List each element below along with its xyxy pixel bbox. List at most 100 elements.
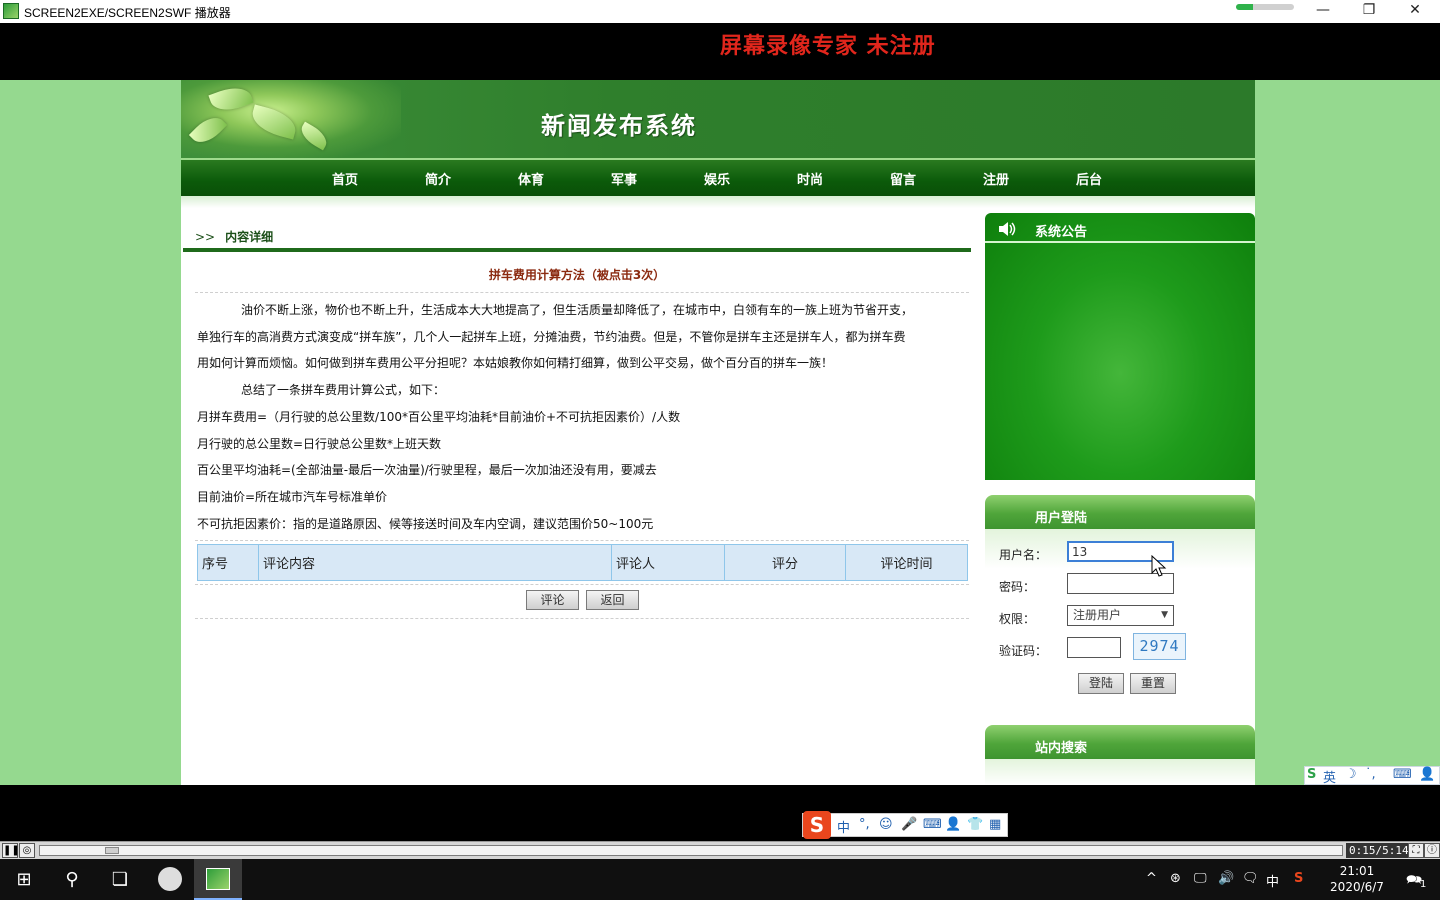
reset-button[interactable]: 重置 bbox=[1130, 673, 1176, 694]
punctuation-icon[interactable]: ˙, bbox=[1365, 767, 1376, 782]
ime-mini-toolbar[interactable]: S 英 ☽ ˙, ⌨ 👤 bbox=[1304, 766, 1440, 785]
nav-register[interactable]: 注册 bbox=[966, 169, 1026, 188]
sogou-logo-icon[interactable]: S bbox=[803, 811, 831, 839]
article-paragraph: 油价不断上涨，物价也不断上升，生活成本大大地提高了，但生活质量却降低了，在城市中… bbox=[241, 303, 914, 317]
clock-time: 21:01 bbox=[1339, 864, 1375, 878]
toolbox-icon[interactable]: ▦ bbox=[989, 817, 1001, 832]
column-header-author: 评论人 bbox=[611, 544, 725, 581]
keyboard-icon[interactable]: ⌨ bbox=[1393, 767, 1412, 782]
nav-admin[interactable]: 后台 bbox=[1059, 169, 1119, 188]
user-icon[interactable]: 👤 bbox=[945, 817, 961, 832]
speaker-icon bbox=[999, 222, 1016, 236]
nav-sports[interactable]: 体育 bbox=[501, 169, 561, 188]
sogou-logo-icon: S bbox=[1307, 767, 1317, 782]
system-clock[interactable]: 21:01 2020/6/7 bbox=[1318, 863, 1396, 895]
nav-entertainment[interactable]: 娱乐 bbox=[687, 169, 747, 188]
ime-toolbar[interactable]: S 中 °, ☺ 🎤 ⌨ 👤 👕 ▦ bbox=[802, 811, 1008, 839]
dashed-divider bbox=[195, 540, 969, 541]
nav-guestbook[interactable]: 留言 bbox=[873, 169, 933, 188]
app-icon bbox=[3, 3, 19, 19]
nav-military[interactable]: 军事 bbox=[594, 169, 654, 188]
nav-intro[interactable]: 简介 bbox=[408, 169, 468, 188]
content-panel: >> 内容详细 拼车费用计算方法（被点击3次） 油价不断上涨，物价也不断上升，生活… bbox=[181, 210, 973, 785]
login-button[interactable]: 登陆 bbox=[1078, 673, 1124, 694]
player-top-band: 屏幕录像专家 未注册 bbox=[0, 23, 1440, 80]
breadcrumb-label: 内容详细 bbox=[225, 230, 274, 244]
stop-button[interactable]: ◎ bbox=[19, 843, 35, 858]
microphone-icon[interactable]: 🎤 bbox=[901, 817, 917, 832]
seek-thumb[interactable] bbox=[104, 847, 119, 854]
app-round-icon bbox=[158, 867, 182, 891]
dashed-divider bbox=[195, 584, 969, 585]
main-nav: 首页 简介 体育 军事 娱乐 时尚 留言 注册 后台 bbox=[181, 158, 1255, 196]
captcha-image[interactable]: 2974 bbox=[1133, 633, 1186, 660]
close-button[interactable]: ✕ bbox=[1392, 0, 1438, 22]
info-button[interactable]: ⓘ bbox=[1424, 843, 1440, 858]
window-titlebar: SCREEN2EXE/SCREEN2SWF 播放器 — ❐ ✕ bbox=[0, 0, 1440, 23]
load-progress-indicator bbox=[1236, 4, 1294, 10]
column-header-score: 评分 bbox=[724, 544, 846, 581]
article-paragraph: 单独行车的高消费方式演变成“拼车族”，几个人一起拼车上班，分摊油费，节约油费。但… bbox=[197, 329, 906, 344]
ime-lang-toggle[interactable]: 英 bbox=[1323, 767, 1336, 785]
chinese-mode-icon[interactable]: 中 bbox=[837, 817, 850, 836]
skin-icon[interactable]: 👕 bbox=[967, 817, 983, 832]
volume-icon[interactable]: 🔊 bbox=[1218, 871, 1234, 886]
login-title: 用户登陆 bbox=[985, 495, 1255, 529]
pause-button[interactable]: ❚❚ bbox=[2, 843, 20, 858]
comment-button[interactable]: 评论 bbox=[526, 590, 579, 610]
app-taskbar-button[interactable] bbox=[146, 859, 194, 900]
nav-shadow bbox=[181, 196, 1255, 208]
sogou-tray-icon[interactable]: S bbox=[1294, 871, 1303, 886]
message-icon[interactable]: 🗨 bbox=[1242, 871, 1259, 886]
taskbar: ⊞ ⚲ ❏ ^ ⊛ 🖵 🔊 🗨 中 S 21:01 2020/6/7 🗪 1 bbox=[0, 859, 1440, 900]
start-button[interactable]: ⊞ bbox=[0, 859, 48, 900]
moon-icon[interactable]: ☽ bbox=[1345, 767, 1357, 782]
username-label: 用户名： bbox=[999, 548, 1048, 562]
article-paragraph: 用如何计算而烦恼。如何做到拼车费用公平分担呢？本姑娘教你如何精打细算，做到公平交… bbox=[197, 356, 834, 371]
double-chevron-icon: >> bbox=[195, 230, 216, 244]
task-view-icon[interactable]: ❏ bbox=[96, 859, 144, 900]
article-paragraph: 总结了一条拼车费用计算公式，如下： bbox=[241, 383, 446, 398]
search-panel bbox=[985, 759, 1255, 785]
article-title: 拼车费用计算方法（被点击3次） bbox=[488, 268, 666, 282]
punctuation-icon[interactable]: °, bbox=[859, 817, 870, 832]
nav-home[interactable]: 首页 bbox=[315, 169, 375, 188]
emoji-icon[interactable]: ☺ bbox=[879, 817, 893, 832]
user-icon[interactable]: 👤 bbox=[1419, 767, 1435, 782]
column-header-time: 评论时间 bbox=[845, 544, 968, 581]
clock-date: 2020/6/7 bbox=[1330, 880, 1384, 894]
restore-button[interactable]: ❐ bbox=[1346, 0, 1392, 22]
article-paragraph: 月拼车费用=（月行驶的总公里数/100*百公里平均油耗*目前油价+不可抗拒因素价… bbox=[197, 409, 681, 424]
role-label: 权限： bbox=[999, 612, 1036, 626]
column-header-content: 评论内容 bbox=[258, 544, 612, 581]
article-paragraph: 月行驶的总公里数=日行驶总公里数*上班天数 bbox=[197, 436, 442, 451]
article-paragraph: 目前油价=所在城市汽车号标准单价 bbox=[197, 489, 388, 504]
captcha-input[interactable] bbox=[1067, 637, 1121, 658]
article-paragraph: 百公里平均油耗=(全部油量-最后一次油量)/行驶里程，最后一次加油还没有用，要减… bbox=[197, 463, 657, 478]
keyboard-icon[interactable]: ⌨ bbox=[923, 817, 942, 832]
table-header-row: 序号 评论内容 评论人 评分 评论时间 bbox=[197, 544, 968, 581]
search-title: 站内搜索 bbox=[985, 725, 1255, 759]
nav-fashion[interactable]: 时尚 bbox=[780, 169, 840, 188]
player-taskbar-button[interactable] bbox=[194, 859, 242, 900]
web-page: 新闻发布系统 首页 简介 体育 军事 娱乐 时尚 留言 注册 后台 >> 内容详细… bbox=[181, 80, 1255, 785]
search-icon[interactable]: ⚲ bbox=[48, 859, 96, 900]
site-banner: 新闻发布系统 bbox=[181, 80, 1255, 158]
dashed-divider bbox=[195, 618, 969, 619]
network-globe-icon[interactable]: ⊛ bbox=[1170, 871, 1181, 886]
minimize-button[interactable]: — bbox=[1300, 0, 1346, 22]
input-language-indicator[interactable]: 中 bbox=[1266, 871, 1279, 890]
fit-screen-button[interactable]: ⛶ bbox=[1408, 843, 1424, 858]
dropdown-arrow-icon: ▼ bbox=[1161, 610, 1168, 620]
network-icon[interactable]: 🖵 bbox=[1194, 871, 1207, 886]
recorded-screen: 新闻发布系统 首页 简介 体育 军事 娱乐 时尚 留言 注册 后台 >> 内容详细… bbox=[0, 80, 1440, 785]
back-button[interactable]: 返回 bbox=[586, 590, 639, 610]
role-selected-value: 注册用户 bbox=[1073, 608, 1122, 622]
breadcrumb: >> 内容详细 bbox=[195, 228, 273, 245]
window-title: SCREEN2EXE/SCREEN2SWF 播放器 bbox=[24, 6, 231, 20]
show-hidden-icons[interactable]: ^ bbox=[1146, 871, 1157, 886]
notification-count: 1 bbox=[1420, 879, 1427, 890]
notice-panel: 系统公告 bbox=[985, 213, 1255, 480]
seek-bar[interactable] bbox=[39, 845, 1343, 856]
role-select[interactable]: 注册用户 ▼ bbox=[1067, 605, 1174, 626]
